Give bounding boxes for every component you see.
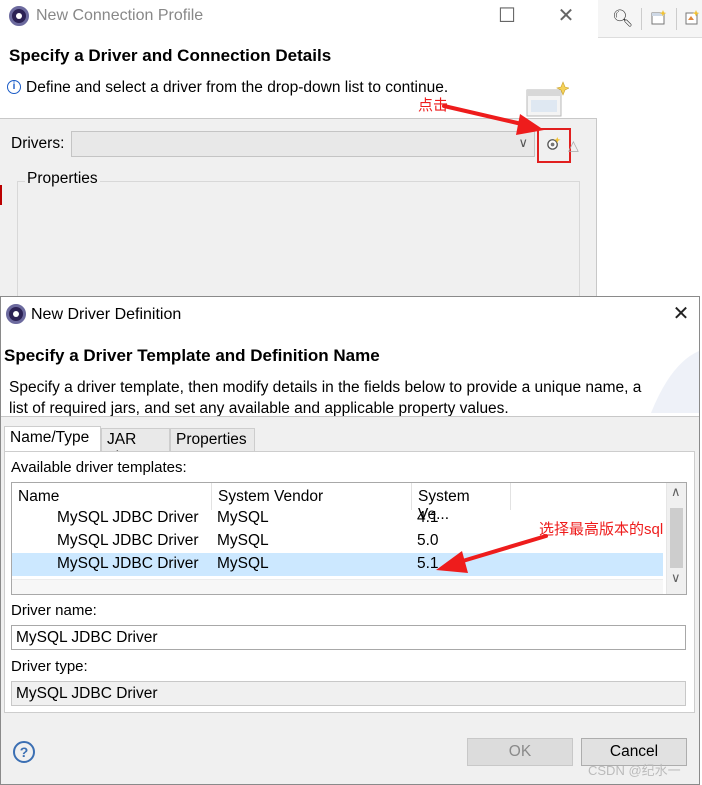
wizard-title: Specify a Driver and Connection Details <box>9 46 332 65</box>
header-divider <box>1 416 699 417</box>
horizontal-scrollbar[interactable] <box>12 579 663 594</box>
java-perspective-icon[interactable] <box>684 10 700 26</box>
toolbar-separator <box>641 8 642 30</box>
driver-type-label: Driver type: <box>11 658 88 675</box>
vertical-scrollbar[interactable]: ∧ ∨ <box>666 483 686 594</box>
eclipse-logo-icon <box>6 304 26 324</box>
column-header-label: System Vendor <box>218 488 324 505</box>
properties-group <box>17 181 580 301</box>
cell-name: MySQL JDBC Driver <box>57 555 199 572</box>
select-annotation-text: 选择最高版本的sql <box>539 521 664 538</box>
background-edge-marker <box>0 185 2 205</box>
connection-profile-window: New Connection Profile ☐ ✕ Specify a Dri… <box>0 0 597 301</box>
driver-type-field: MySQL JDBC Driver <box>11 681 686 706</box>
search-icon[interactable]: 🔍︎ <box>612 9 634 29</box>
ok-button[interactable]: OK <box>467 738 573 766</box>
dialog-titlebar: New Driver Definition ✕ <box>1 297 699 331</box>
dialog-header-title: Specify a Driver Template and Definition… <box>4 346 380 365</box>
wizard-description: Define and select a driver from the drop… <box>26 79 449 96</box>
driver-name-label: Driver name: <box>11 602 97 619</box>
new-driver-definition-dialog: New Driver Definition ✕ Specify a Driver… <box>0 296 700 785</box>
tab-properties[interactable]: Properties <box>170 428 255 451</box>
cell-version: 4.1 <box>417 509 439 526</box>
scrollbar-thumb[interactable] <box>670 508 683 568</box>
dialog-header: Specify a Driver Template and Definition… <box>1 331 699 417</box>
chevron-down-icon[interactable]: ∨ <box>671 570 681 586</box>
close-icon[interactable]: ✕ <box>546 2 586 30</box>
open-perspective-icon[interactable] <box>651 10 667 26</box>
connection-profile-titlebar: New Connection Profile ☐ ✕ <box>0 0 597 33</box>
table-row-selected[interactable]: MySQL JDBC Driver MySQL 5.1 <box>12 553 663 576</box>
cell-name: MySQL JDBC Driver <box>57 509 199 526</box>
window-title: New Connection Profile <box>36 7 204 24</box>
close-icon[interactable]: ✕ <box>661 300 701 328</box>
tab-jar-list[interactable]: JAR List <box>101 428 170 466</box>
available-templates-label: Available driver templates: <box>11 459 187 476</box>
column-header-label: Name <box>18 488 60 505</box>
info-icon: i <box>7 80 21 94</box>
column-header-version[interactable]: System Ve... <box>412 483 511 523</box>
dialog-title: New Driver Definition <box>31 306 182 323</box>
edit-driver-icon[interactable]: △ <box>568 137 579 154</box>
annotation-arrow-icon <box>436 534 548 573</box>
properties-group-label: Properties <box>25 170 100 188</box>
annotation-arrow-icon <box>442 104 544 135</box>
sort-ascending-icon: ^ <box>108 482 114 489</box>
cell-vendor: MySQL <box>217 555 269 572</box>
cell-vendor: MySQL <box>217 532 269 549</box>
driver-name-input[interactable]: MySQL JDBC Driver <box>11 625 686 650</box>
tab-name-type[interactable]: Name/Type <box>4 426 101 452</box>
eclipse-logo-icon <box>9 6 29 26</box>
drivers-label: Drivers: <box>11 135 65 152</box>
cell-vendor: MySQL <box>217 509 269 526</box>
chevron-up-icon[interactable]: ∧ <box>671 484 681 500</box>
header-decoration-graphic <box>651 351 699 413</box>
dialog-header-description: Specify a driver template, then modify d… <box>9 379 642 417</box>
column-header-name[interactable]: Name ^ <box>12 483 212 510</box>
help-icon[interactable]: ? <box>13 741 35 763</box>
maximize-icon[interactable]: ☐ <box>487 2 527 30</box>
toolbar-separator <box>676 8 677 30</box>
watermark-text: CSDN @纪水一 <box>588 763 681 778</box>
cell-name: MySQL JDBC Driver <box>57 532 199 549</box>
column-header-vendor[interactable]: System Vendor <box>212 483 412 510</box>
